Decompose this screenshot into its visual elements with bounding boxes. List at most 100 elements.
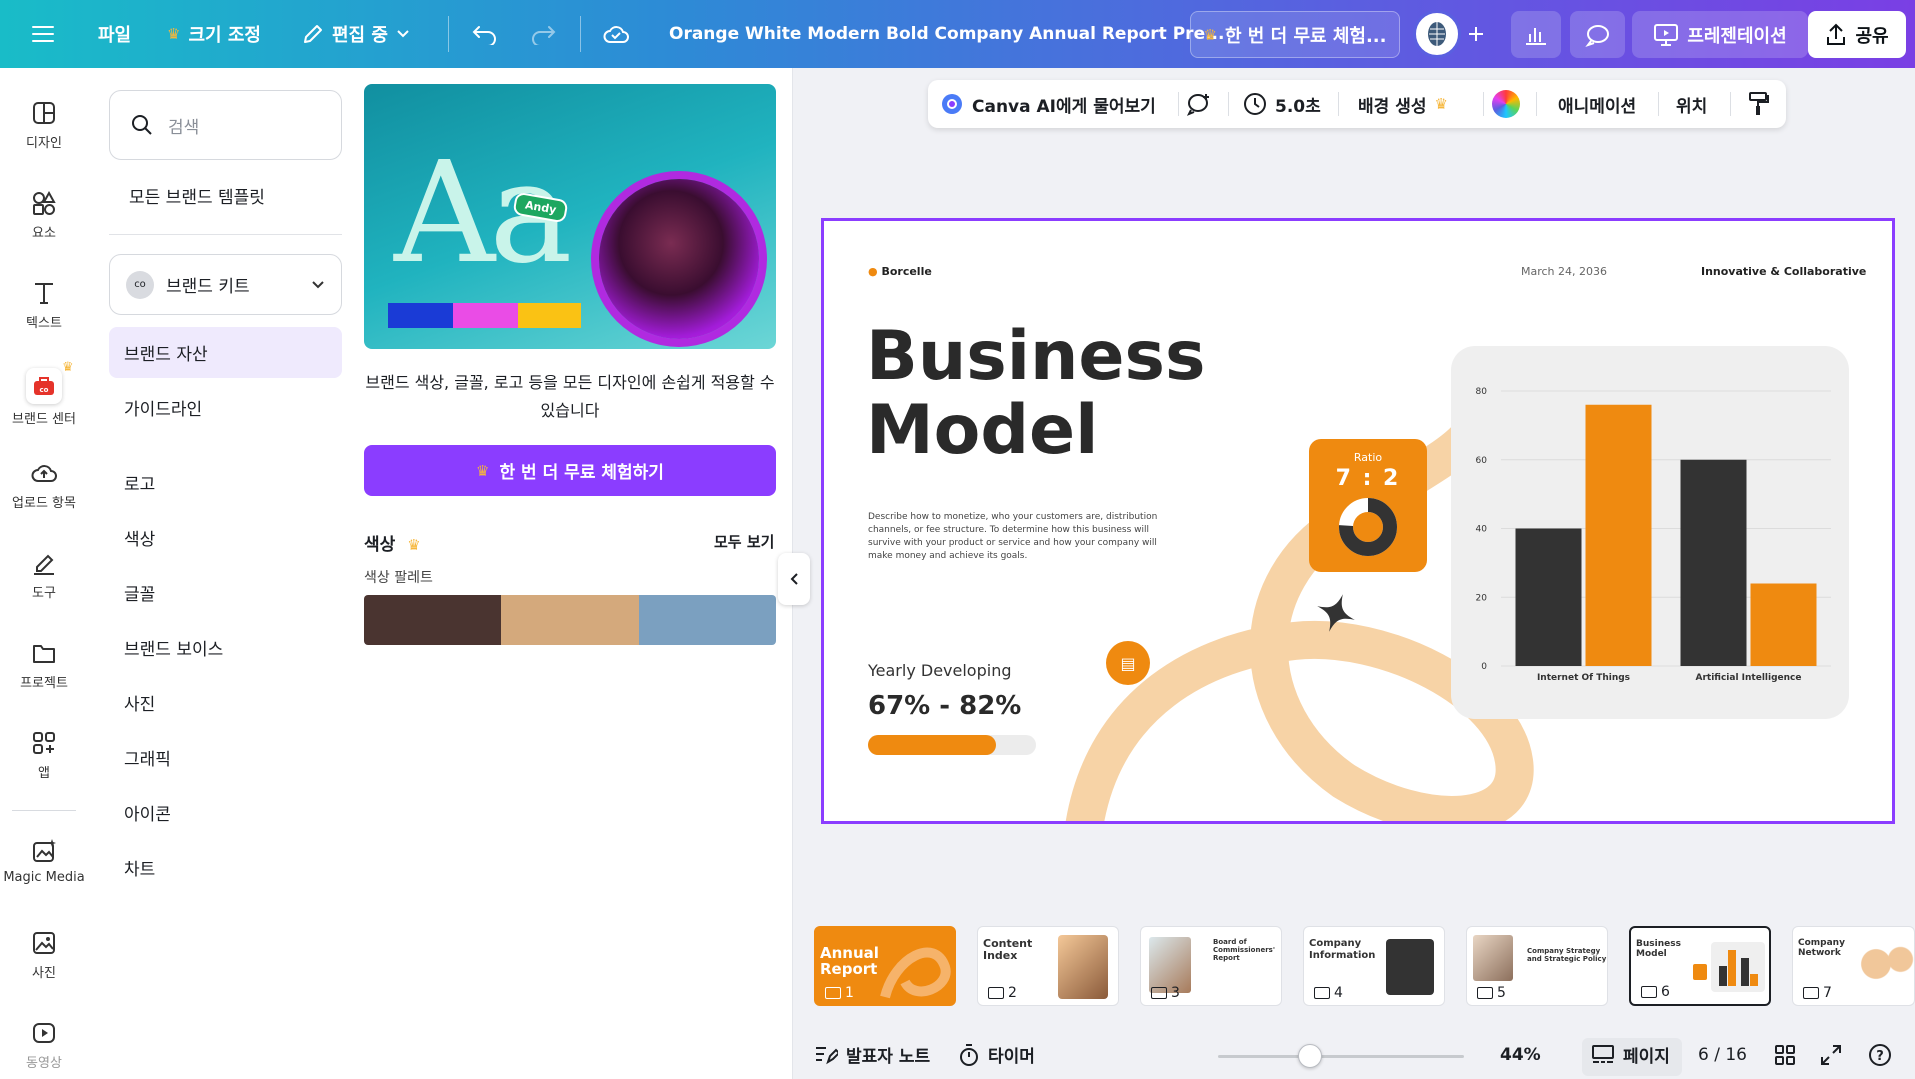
color-swatch[interactable] <box>638 595 776 645</box>
all-brand-templates-link[interactable]: 모든 브랜드 템플릿 <box>129 183 265 208</box>
rail-item-brand[interactable]: co ♛ 브랜드 센터 <box>0 360 88 427</box>
insights-button[interactable] <box>1511 11 1561 58</box>
rail-item-photos[interactable]: 사진 <box>0 928 88 981</box>
top-bar: 파일 ♛ 크기 조정 편집 중 Orange White Modern Bold… <box>0 0 1915 68</box>
paint-roller-icon <box>1749 92 1769 115</box>
zoom-level[interactable]: 44% <box>1500 1030 1541 1079</box>
ask-canva-ai-button[interactable]: Canva AI에게 물어보기 <box>940 80 1156 128</box>
thumbnail-page-7[interactable]: Company Network 7 <box>1792 926 1915 1006</box>
file-menu[interactable]: 파일 <box>98 0 131 68</box>
free-trial-cta-button[interactable]: ♛ 한 번 더 무료 체험하기 <box>364 445 776 496</box>
free-trial-button[interactable]: ♛ 한 번 더 무료 체험... <box>1190 11 1400 58</box>
rail-item-projects[interactable]: 프로젝트 <box>0 638 88 691</box>
color-swatch[interactable] <box>501 595 639 645</box>
animate-button[interactable]: 애니메이션 <box>1558 80 1636 128</box>
color-wheel-icon <box>1492 90 1520 118</box>
thumb-map <box>1848 941 1914 987</box>
hero-color-bar <box>518 303 581 328</box>
thumbnail-page-4[interactable]: Company Information 4 <box>1303 926 1445 1006</box>
share-button[interactable]: 공유 <box>1808 11 1906 58</box>
chart-y-tick-label: 80 <box>1476 387 1488 397</box>
star-decoration-icon <box>1317 594 1355 632</box>
copy-style-button[interactable] <box>1748 80 1770 128</box>
ratio-label: Ratio <box>1353 451 1383 464</box>
page-counter: 6 / 16 <box>1698 1044 1747 1065</box>
thumbnail-page-1[interactable]: Annual Report 1 <box>814 926 956 1006</box>
redo-button[interactable] <box>530 0 556 68</box>
ratio-value: 7 : 2 <box>1335 466 1401 491</box>
cloud-save-button[interactable] <box>602 0 630 68</box>
palette-label: 색상 팔레트 <box>364 570 433 586</box>
nav-item-logos[interactable]: 로고 <box>124 470 155 495</box>
position-label: 위치 <box>1676 96 1708 117</box>
presenter-icon <box>1151 987 1167 999</box>
rail-item-uploads[interactable]: 업로드 항목 <box>0 458 88 511</box>
resize-label: 크기 조정 <box>188 25 261 46</box>
thumb-number-text: 6 <box>1661 984 1670 1000</box>
rail-item-magic-media[interactable]: Magic Media <box>0 836 88 885</box>
nav-item-icons[interactable]: 아이콘 <box>124 800 171 825</box>
hamburger-icon <box>32 26 54 42</box>
user-avatar[interactable] <box>1413 10 1461 58</box>
thumbnail-page-2[interactable]: Content Index 2 <box>977 926 1119 1006</box>
nav-item-photos[interactable]: 사진 <box>124 690 155 715</box>
fullscreen-button[interactable] <box>1820 1030 1842 1079</box>
nav-item-charts[interactable]: 차트 <box>124 855 155 880</box>
thumbnail-page-3[interactable]: Board of Commissioners' Report 3 <box>1140 926 1282 1006</box>
rail-item-apps[interactable]: 앱 <box>0 728 88 781</box>
editing-label: 편집 중 <box>332 25 388 46</box>
animation-label: 애니메이션 <box>1558 96 1637 117</box>
undo-button[interactable] <box>472 0 498 68</box>
add-collaborator-button[interactable] <box>1466 0 1486 68</box>
thumb-number-text: 5 <box>1497 985 1506 1001</box>
thumb-number-text: 4 <box>1334 985 1343 1001</box>
zoom-slider-track[interactable] <box>1218 1055 1464 1058</box>
plus-icon <box>1469 27 1483 41</box>
thumb-title: Company Strategy and Strategic Policy <box>1527 947 1607 963</box>
grid-view-button[interactable] <box>1774 1030 1796 1079</box>
comments-button[interactable] <box>1570 11 1625 58</box>
rail-item-text[interactable]: 텍스트 <box>0 278 88 331</box>
nav-item-fonts[interactable]: 글꼴 <box>124 580 155 605</box>
nav-item-guidelines[interactable]: 가이드라인 <box>124 395 202 420</box>
pages-button[interactable]: 페이지 <box>1591 1030 1670 1079</box>
background-generator-button[interactable]: 배경 생성 ♛ <box>1358 80 1448 128</box>
resize-button[interactable]: ♛ 크기 조정 <box>167 0 261 68</box>
thumb-number: 7 <box>1803 985 1832 1001</box>
rail-label: 동영상 <box>26 1056 62 1071</box>
color-picker-button[interactable] <box>1492 80 1520 128</box>
editing-mode-button[interactable]: 편집 중 <box>302 0 410 68</box>
rail-item-tools[interactable]: 도구 <box>0 548 88 601</box>
timer-button[interactable]: 타이머 <box>958 1030 1035 1079</box>
menu-button[interactable] <box>32 0 54 68</box>
crown-icon: ♛ <box>1434 95 1448 113</box>
thumb-number: 1 <box>825 985 854 1001</box>
nav-item-brand-voice[interactable]: 브랜드 보이스 <box>124 635 223 660</box>
nav-item-brand-assets[interactable]: 브랜드 자산 <box>124 340 208 365</box>
duration-button[interactable]: 5.0초 <box>1243 80 1321 128</box>
present-button[interactable]: 프레젠테이션 <box>1632 11 1808 58</box>
thumbnail-page-5[interactable]: Company Strategy and Strategic Policy 5 <box>1466 926 1608 1006</box>
speaker-notes-button[interactable]: 발표자 노트 <box>814 1030 930 1079</box>
zoom-slider-handle[interactable] <box>1298 1044 1322 1068</box>
elements-icon <box>29 188 59 218</box>
rail-item-videos[interactable]: 동영상 <box>0 1018 88 1071</box>
brand-kit-select[interactable]: co 브랜드 키트 <box>109 254 342 315</box>
help-button[interactable]: ? <box>1868 1030 1892 1079</box>
document-title[interactable]: Orange White Modern Bold Company Annual … <box>669 0 1224 68</box>
nav-item-colors[interactable]: 색상 <box>124 525 155 550</box>
see-all-link[interactable]: 모두 보기 <box>714 531 774 552</box>
thumbnail-page-6[interactable]: Business Model 6 <box>1629 926 1771 1006</box>
add-comment-button[interactable] <box>1186 80 1212 128</box>
collapse-panel-button[interactable] <box>778 553 810 605</box>
search-input[interactable]: 검색 <box>109 90 342 160</box>
rail-item-elements[interactable]: 요소 <box>0 188 88 241</box>
rail-item-design[interactable]: 디자인 <box>0 98 88 151</box>
thumb-swirl <box>880 947 951 999</box>
position-button[interactable]: 위치 <box>1676 80 1707 128</box>
nav-item-graphics[interactable]: 그래픽 <box>124 745 171 770</box>
notes-icon <box>816 1046 838 1064</box>
color-swatch[interactable] <box>364 595 502 645</box>
slide-canvas[interactable]: ● Borcelle March 24, 2036 Innovative & C… <box>821 218 1895 824</box>
chart-x-tick-label: Internet Of Things <box>1537 673 1630 683</box>
